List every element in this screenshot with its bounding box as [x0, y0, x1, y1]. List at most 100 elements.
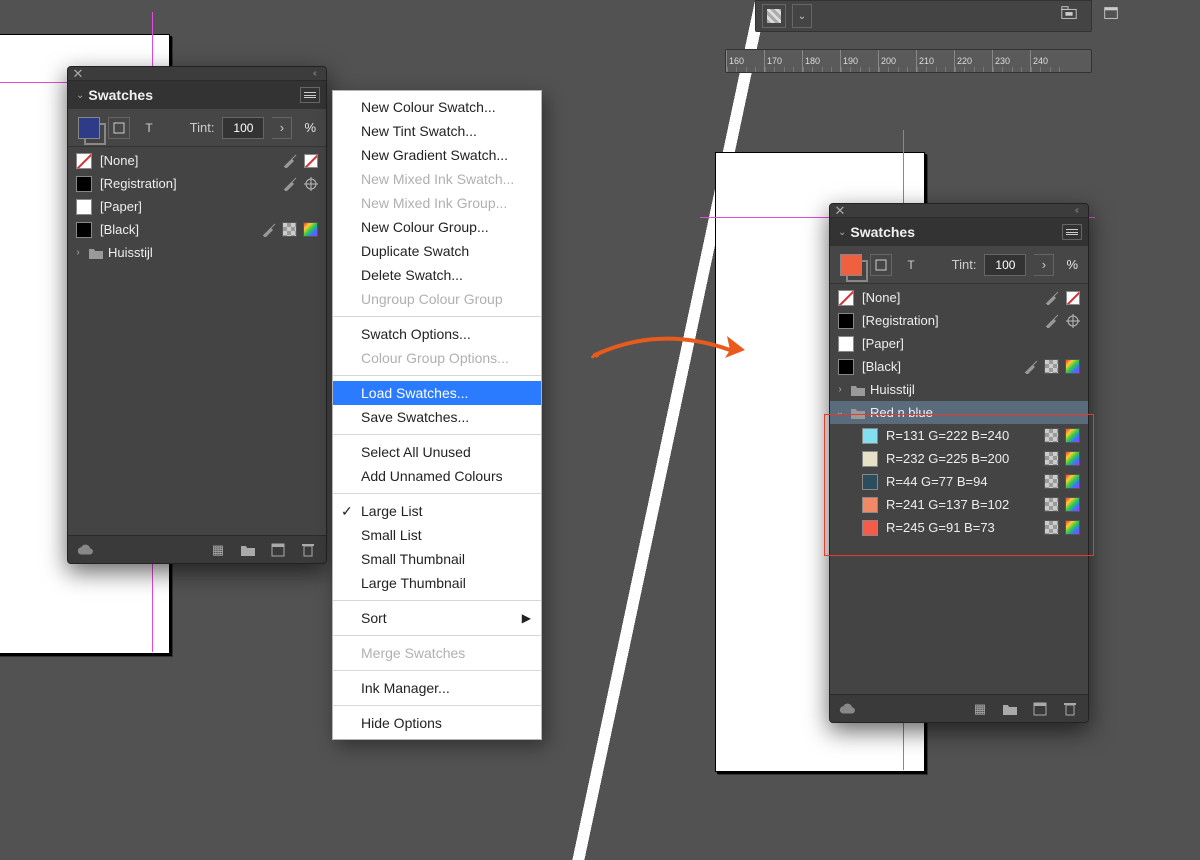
screen-mode-icon[interactable]: [1102, 4, 1120, 22]
panel-title: Swatches: [850, 224, 915, 240]
color-mode-icon: [1065, 451, 1080, 466]
panel-close-icon[interactable]: ✕: [72, 68, 84, 80]
twirl-icon[interactable]: ⌄: [834, 407, 846, 418]
new-swatch-icon[interactable]: [1030, 700, 1050, 718]
twirl-icon[interactable]: ›: [834, 384, 846, 395]
panel-collapse-icon[interactable]: ‹‹: [1068, 206, 1084, 216]
ruler-tick: 200: [878, 50, 916, 72]
trash-icon[interactable]: [1060, 700, 1080, 718]
swatch-row[interactable]: R=232 G=225 B=200: [830, 447, 1088, 470]
swatches-panel-left: ✕ ‹‹ ⌄ Swatches T Tint: › % [None][Regis…: [67, 66, 327, 564]
formatting-container-icon[interactable]: [870, 254, 892, 276]
menu-item: Colour Group Options...: [333, 346, 541, 370]
trash-icon[interactable]: [298, 541, 318, 559]
panel-close-icon[interactable]: ✕: [834, 205, 846, 217]
swatch-row[interactable]: [None]: [68, 149, 326, 172]
toolbar-dropdown[interactable]: ⌄: [792, 4, 812, 28]
view-options-icon[interactable]: [1060, 4, 1078, 22]
swatch-row[interactable]: [Paper]: [830, 332, 1088, 355]
process-color-icon: [1044, 520, 1059, 535]
menu-item[interactable]: Small List: [333, 523, 541, 547]
annotation-arrow-icon: [590, 320, 760, 380]
formatting-container-icon[interactable]: [108, 117, 130, 139]
menu-item[interactable]: Swatch Options...: [333, 322, 541, 346]
menu-item[interactable]: New Colour Group...: [333, 215, 541, 239]
menu-separator: [333, 316, 541, 317]
swatch-row[interactable]: R=245 G=91 B=73: [830, 516, 1088, 539]
swatch-name: R=241 G=137 B=102: [886, 497, 1036, 512]
tint-label: Tint:: [190, 120, 215, 135]
swatch-row[interactable]: [Black]: [68, 218, 326, 241]
ruler-tick: 160: [726, 50, 764, 72]
menu-item[interactable]: New Tint Swatch...: [333, 119, 541, 143]
panel-chevron-icon[interactable]: ⌄: [838, 227, 846, 238]
color-mode-icon: [1065, 359, 1080, 374]
tint-input[interactable]: [984, 254, 1026, 276]
process-color-icon: [1044, 359, 1059, 374]
swatch-row[interactable]: R=131 G=222 B=240: [830, 424, 1088, 447]
horizontal-ruler[interactable]: 160170180190200210220230240: [725, 49, 1092, 73]
menu-item[interactable]: Save Swatches...: [333, 405, 541, 429]
swatch-row[interactable]: [Black]: [830, 355, 1088, 378]
libraries-cloud-icon[interactable]: [76, 543, 94, 557]
process-color-icon: [1044, 497, 1059, 512]
swatch-row[interactable]: R=44 G=77 B=94: [830, 470, 1088, 493]
tint-flyout-icon[interactable]: ›: [1034, 254, 1054, 276]
panel-menu-button[interactable]: [1062, 224, 1082, 240]
fill-stroke-well[interactable]: [78, 117, 100, 139]
panel-flyout-menu: New Colour Swatch...New Tint Swatch...Ne…: [332, 90, 542, 740]
pencil-lock-icon: [1044, 290, 1059, 305]
swatch-row[interactable]: R=241 G=137 B=102: [830, 493, 1088, 516]
libraries-cloud-icon[interactable]: [838, 702, 856, 716]
menu-item[interactable]: Delete Swatch...: [333, 263, 541, 287]
menu-item[interactable]: New Gradient Swatch...: [333, 143, 541, 167]
menu-item[interactable]: Load Swatches...: [333, 381, 541, 405]
menu-item[interactable]: Sort▶: [333, 606, 541, 630]
grid-view-icon[interactable]: ▦: [970, 700, 990, 718]
grid-view-icon[interactable]: ▦: [208, 541, 228, 559]
swatch-chip: [838, 290, 854, 306]
menu-item[interactable]: Hide Options: [333, 711, 541, 735]
new-swatch-icon[interactable]: [268, 541, 288, 559]
registration-mark-icon: [303, 176, 318, 191]
toolbar-icon-swatch[interactable]: [762, 4, 786, 28]
swatch-group-row[interactable]: ⌄Red n blue: [830, 401, 1088, 424]
new-group-icon[interactable]: [1000, 700, 1020, 718]
folder-icon: [850, 406, 866, 420]
swatch-row[interactable]: [Paper]: [68, 195, 326, 218]
formatting-text-icon[interactable]: T: [900, 254, 922, 276]
twirl-icon[interactable]: ›: [72, 247, 84, 258]
fill-stroke-well[interactable]: [840, 254, 862, 276]
color-mode-icon: [1065, 497, 1080, 512]
menu-item[interactable]: Large List✓: [333, 499, 541, 523]
swatch-row[interactable]: [None]: [830, 286, 1088, 309]
panel-menu-button[interactable]: [300, 87, 320, 103]
menu-item[interactable]: Ink Manager...: [333, 676, 541, 700]
swatch-row[interactable]: [Registration]: [830, 309, 1088, 332]
checkmark-icon: ✓: [341, 503, 353, 520]
panel-collapse-icon[interactable]: ‹‹: [306, 69, 322, 79]
menu-item[interactable]: Small Thumbnail: [333, 547, 541, 571]
pencil-lock-icon: [282, 153, 297, 168]
formatting-text-icon[interactable]: T: [138, 117, 160, 139]
new-group-icon[interactable]: [238, 541, 258, 559]
tint-flyout-icon[interactable]: ›: [272, 117, 292, 139]
swatch-group-row[interactable]: ›Huisstijl: [830, 378, 1088, 401]
submenu-arrow-icon: ▶: [522, 611, 531, 625]
tint-input[interactable]: [222, 117, 264, 139]
folder-icon: [88, 246, 104, 260]
menu-item[interactable]: Large Thumbnail: [333, 571, 541, 595]
pencil-lock-icon: [282, 176, 297, 191]
menu-item[interactable]: New Colour Swatch...: [333, 95, 541, 119]
menu-item: New Mixed Ink Swatch...: [333, 167, 541, 191]
menu-item[interactable]: Add Unnamed Colours: [333, 464, 541, 488]
panel-chevron-icon[interactable]: ⌄: [76, 90, 84, 101]
swatch-row[interactable]: [Registration]: [68, 172, 326, 195]
swatch-name: [Paper]: [862, 336, 1072, 351]
process-color-icon: [1044, 451, 1059, 466]
menu-item[interactable]: Duplicate Swatch: [333, 239, 541, 263]
swatch-name: [None]: [862, 290, 1036, 305]
swatch-chip: [838, 336, 854, 352]
menu-item[interactable]: Select All Unused: [333, 440, 541, 464]
swatch-group-row[interactable]: ›Huisstijl: [68, 241, 326, 264]
